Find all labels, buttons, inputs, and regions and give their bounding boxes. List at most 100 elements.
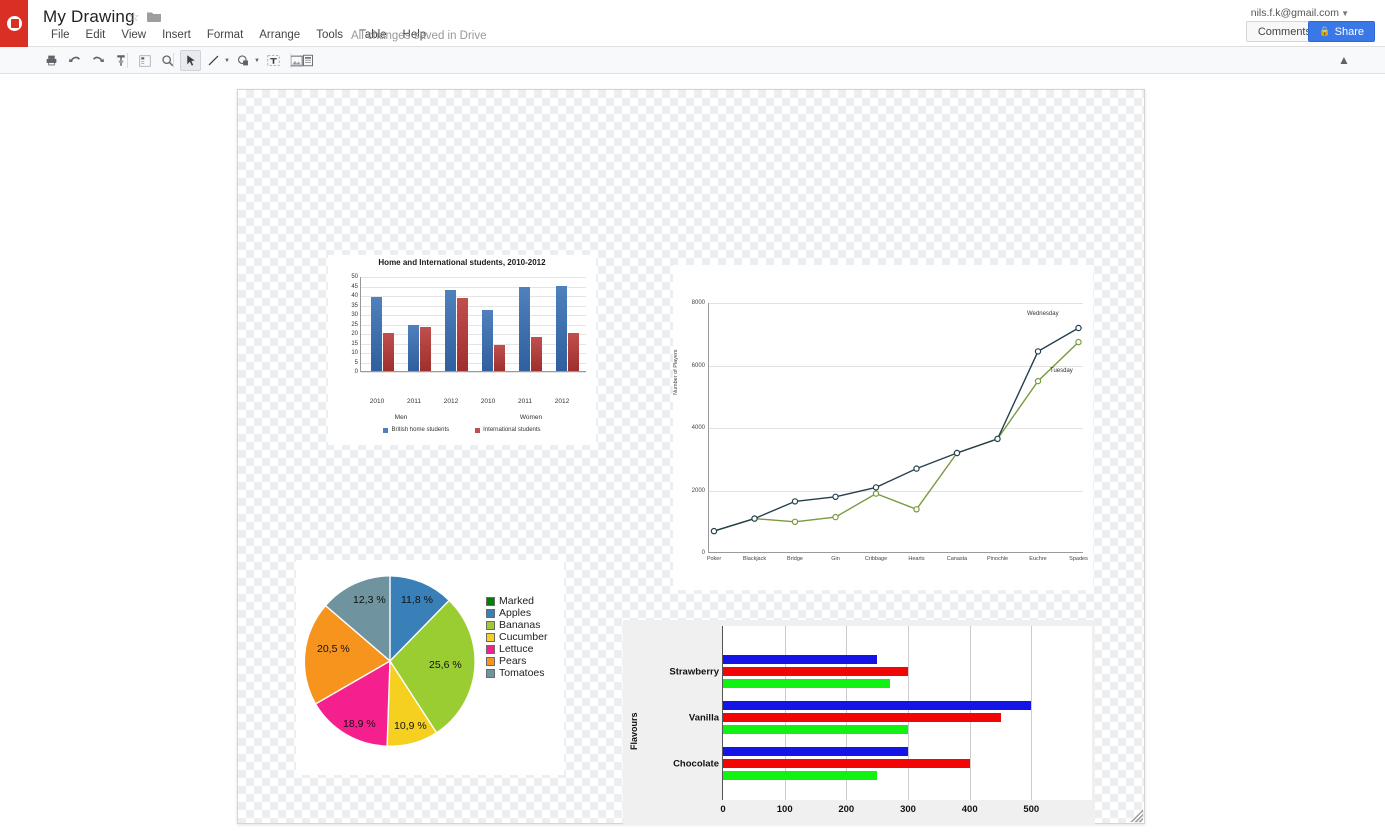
workspace: Home and International students, 2010-20… xyxy=(0,74,1385,840)
bar-chart-students[interactable]: Home and International students, 2010-20… xyxy=(328,255,596,445)
bar-international-2012-women[interactable] xyxy=(568,333,579,371)
menu-item-view[interactable]: View xyxy=(113,28,154,42)
bar-international-2011-men[interactable] xyxy=(420,327,431,371)
hbar-xtick: 0 xyxy=(720,804,726,815)
zoom-to-fit-icon[interactable] xyxy=(134,50,155,71)
bar-international-2011-women[interactable] xyxy=(531,336,542,371)
legend-label: Marked xyxy=(499,595,535,607)
line-icon[interactable] xyxy=(203,50,224,71)
pie-chart-produce[interactable]: 11,8 % 25,6 % 10,9 % 18,9 % 20,5 % 12,3 … xyxy=(296,560,564,775)
drawing-canvas[interactable]: Home and International students, 2010-20… xyxy=(237,89,1145,825)
legend-swatch xyxy=(486,656,495,666)
legend-label: Cucumber xyxy=(499,631,548,643)
toolbar-divider xyxy=(173,53,174,68)
hbar-strawberry-blue[interactable] xyxy=(723,655,878,664)
legend-swatch xyxy=(486,608,495,618)
hbar-strawberry-red[interactable] xyxy=(723,667,908,676)
line-chart-series xyxy=(710,324,1082,535)
legend-item-bananas: Bananas xyxy=(486,619,547,631)
bar-british-2011-men[interactable] xyxy=(408,325,419,371)
legend-item-apples: Apples xyxy=(486,607,547,619)
hbar-vanilla-green[interactable] xyxy=(723,725,908,734)
bar-british-2010-men[interactable] xyxy=(371,296,382,371)
hbar-xtick: 100 xyxy=(776,804,793,815)
bar-group xyxy=(519,287,542,371)
chevron-down-icon[interactable]: ▼ xyxy=(1341,9,1349,18)
bar-chart-ytick: 30 xyxy=(351,312,358,318)
folder-icon[interactable] xyxy=(147,11,161,22)
hbar-xtick: 400 xyxy=(961,804,978,815)
hbar-chocolate-blue[interactable] xyxy=(723,747,908,756)
bar-chart-ytick: 10 xyxy=(351,350,358,356)
hbar-vanilla-red[interactable] xyxy=(723,713,1001,722)
legend-label: Pears xyxy=(499,655,527,667)
lock-icon: 🔒 xyxy=(1319,26,1331,36)
menu-item-tools[interactable]: Tools xyxy=(308,28,351,42)
menu-item-insert[interactable]: Insert xyxy=(154,28,199,42)
hbar-chocolate-green[interactable] xyxy=(723,771,878,780)
pie-label-pears: 20,5 % xyxy=(317,643,350,655)
toolbar: ▼ ▼ ▲ xyxy=(0,47,1385,74)
bar-british-2012-women[interactable] xyxy=(556,285,567,371)
bar-british-2010-women[interactable] xyxy=(482,310,493,371)
toolbar-divider xyxy=(290,53,291,68)
hbar-vanilla-blue[interactable] xyxy=(723,701,1032,710)
line-series-label-tuesday: Tuesday xyxy=(1050,368,1073,374)
hbar-gridline xyxy=(1031,626,1033,800)
legend-item-tomatoes: Tomatoes xyxy=(486,667,547,679)
star-outline-icon[interactable]: ☆ xyxy=(128,10,140,23)
hbar-chocolate-red[interactable] xyxy=(723,759,970,768)
legend-item-international-students: International students xyxy=(475,427,541,433)
line-series-label-wednesday: Wednesday xyxy=(1027,311,1059,317)
bar-british-2011-women[interactable] xyxy=(519,287,530,371)
line-chart-ytick: 4000 xyxy=(691,425,705,431)
line-chart-ytick: 2000 xyxy=(691,487,705,494)
menu-item-arrange[interactable]: Arrange xyxy=(251,28,308,42)
account-email[interactable]: nils.f.k@gmail.com xyxy=(1251,7,1339,19)
share-button[interactable]: 🔒 Share xyxy=(1308,21,1375,42)
pie-label-tomatoes: 12,3 % xyxy=(353,594,386,606)
pie-label-lettuce: 18,9 % xyxy=(343,718,376,730)
line-options-chevron-down-icon[interactable]: ▼ xyxy=(224,58,230,64)
menu-item-format[interactable]: Format xyxy=(199,28,251,42)
line-chart-players[interactable]: Number of Players 8000 6000 4000 2000 0 xyxy=(673,265,1093,590)
shape-icon[interactable] xyxy=(233,50,254,71)
share-button-label: Share xyxy=(1334,25,1364,38)
hbar-chart-ylabel: Flavours xyxy=(629,712,639,750)
hbar-chart-flavours[interactable]: Flavours Strawberry Vanilla Chocolate 0 … xyxy=(623,620,1095,825)
resize-handle-icon[interactable] xyxy=(1129,808,1143,822)
legend-swatch xyxy=(486,620,495,630)
hbar-chart-plot-area: Strawberry Vanilla Chocolate 0 100 200 3… xyxy=(669,626,1092,815)
redo-icon[interactable] xyxy=(87,50,108,71)
toolbar-divider xyxy=(127,53,128,68)
undo-icon[interactable] xyxy=(64,50,85,71)
line-series-tuesday-markers xyxy=(710,338,1082,535)
bar-international-2012-men[interactable] xyxy=(457,297,468,371)
align-icon[interactable] xyxy=(297,50,318,71)
bar-british-2012-men[interactable] xyxy=(445,290,456,371)
bar-group xyxy=(482,310,505,371)
chevron-up-icon[interactable]: ▲ xyxy=(1335,51,1353,69)
drawings-app-icon[interactable] xyxy=(0,0,28,47)
hbar-category-strawberry: Strawberry xyxy=(669,666,719,678)
line-series-wednesday-markers xyxy=(710,324,1082,535)
legend-label: Apples xyxy=(499,607,532,619)
bar-international-2010-women[interactable] xyxy=(494,345,505,371)
select-cursor-icon[interactable] xyxy=(180,50,201,71)
pie-chart-legend: Marked Apples Bananas Cucumber Lettuce P… xyxy=(486,595,547,679)
menu-item-file[interactable]: File xyxy=(43,28,78,42)
menu-item-edit[interactable]: Edit xyxy=(78,28,114,42)
bar-group xyxy=(556,285,579,371)
hbar-category-vanilla: Vanilla xyxy=(688,712,719,724)
legend-swatch xyxy=(383,427,389,433)
bar-chart-xtick: 2011 xyxy=(407,398,421,405)
bar-international-2010-men[interactable] xyxy=(383,333,394,371)
page-title[interactable]: My Drawing xyxy=(43,7,135,27)
pie-label-cucumber: 10,9 % xyxy=(394,720,427,732)
text-box-icon[interactable] xyxy=(263,50,284,71)
shape-options-chevron-down-icon[interactable]: ▼ xyxy=(254,58,260,64)
print-icon[interactable] xyxy=(41,50,62,71)
bar-chart-ytick: 45 xyxy=(351,283,358,290)
hbar-strawberry-green[interactable] xyxy=(723,679,890,688)
hbar-xtick: 500 xyxy=(1023,804,1040,815)
